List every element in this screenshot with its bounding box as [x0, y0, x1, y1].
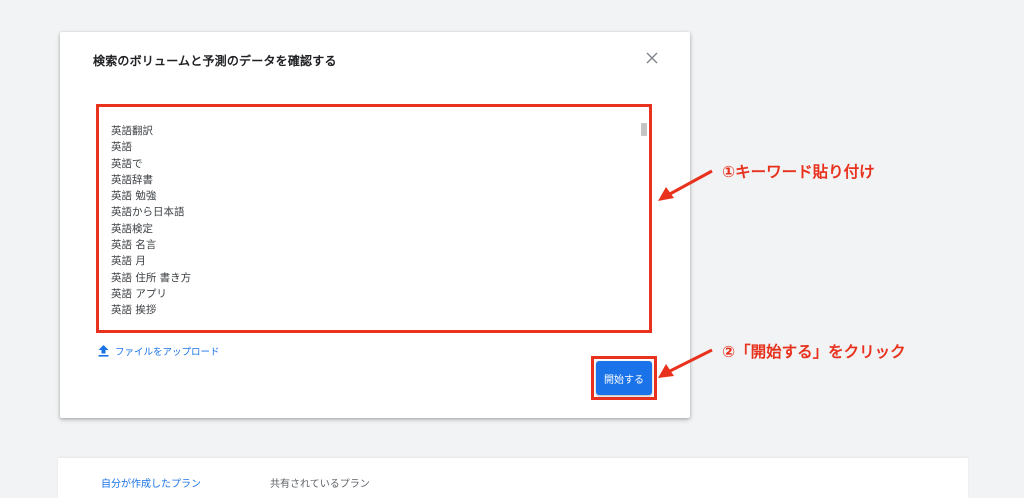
arrow-left-icon — [658, 169, 713, 201]
tab-shared-plans[interactable]: 共有されているプラン — [270, 475, 370, 490]
upload-file-link[interactable]: ファイルをアップロード — [98, 344, 220, 358]
keyword-textarea[interactable]: 英語翻訳英語英語で英語辞書英語 勉強英語から日本語 英語検定英語 名言英語 月英語… — [96, 104, 652, 333]
keyword-line: 英語 月 — [111, 255, 146, 268]
keyword-line: 英語検定 — [111, 222, 153, 235]
plans-panel: 自分が作成したプラン 共有されているプラン — [58, 458, 968, 498]
keyword-line: 英語 アプリ — [111, 287, 167, 300]
annotation-step2: ②「開始する」をクリック — [722, 343, 906, 361]
start-button[interactable]: 開始する — [596, 361, 652, 395]
keyword-line: 英語 住所 書き方 — [111, 271, 192, 284]
upload-icon — [98, 345, 109, 357]
keyword-line: 英語 — [111, 141, 132, 154]
keyword-line: 英語翻訳 — [111, 125, 153, 137]
close-icon — [646, 52, 658, 64]
keyword-line: 英語辞書 — [111, 173, 153, 186]
keyword-list: 英語翻訳英語英語で英語辞書英語 勉強英語から日本語 英語検定英語 名言英語 月英語… — [111, 123, 629, 319]
keyword-line: 英語 挨拶 — [111, 304, 157, 317]
dialog-title: 検索のボリュームと予測のデータを確認する — [93, 54, 337, 68]
close-button[interactable] — [642, 48, 662, 68]
tab-own-plans[interactable]: 自分が作成したプラン — [101, 475, 201, 490]
keyword-dialog: 検索のボリュームと予測のデータを確認する 英語翻訳 英語 英語で 英語辞書 英語 勉強英… — [60, 32, 690, 418]
keyword-line: 英語から日本語 — [111, 206, 185, 219]
keyword-line: 英語 勉強 — [111, 190, 157, 203]
arrow-left-icon — [658, 348, 713, 378]
keyword-line: 英語で — [111, 157, 143, 170]
keyword-line: 英語 名言 — [111, 239, 157, 252]
annotation-step1: ①キーワード貼り付け — [722, 163, 875, 181]
upload-label: ファイルをアップロード — [115, 347, 220, 358]
scrollbar-thumb[interactable] — [641, 123, 647, 136]
